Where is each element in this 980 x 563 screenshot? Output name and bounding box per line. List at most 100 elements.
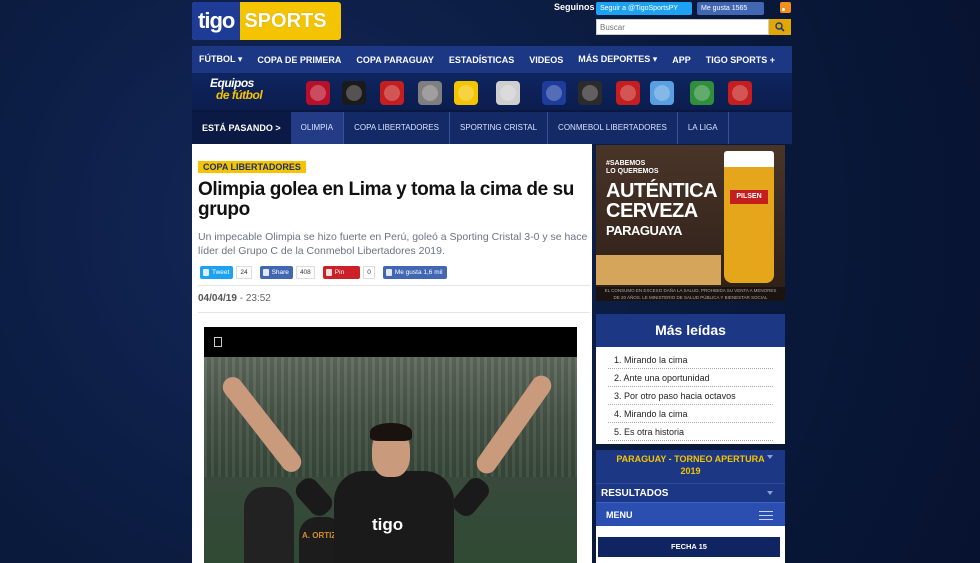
most-read-item[interactable]: 1. Mirando la cima [608,351,773,369]
trending-item-la-liga[interactable]: LA LIGA [678,112,729,144]
twitter-follow-button[interactable]: Seguir a @TigoSportsPY [596,2,692,15]
chevron-down-icon [767,491,773,495]
tweet-button[interactable]: Tweet [200,266,234,279]
player-name-print: A. ORTIZ [302,531,337,540]
tigo-sports-logo[interactable]: tigo SPORTS [192,2,341,40]
team-logo-icon[interactable] [380,81,404,105]
jersey-sponsor-text: tigo [372,515,404,534]
tweet-count: 24 [236,266,252,279]
player-hair [370,423,412,441]
trending-item-olimpia[interactable]: OLIMPIA [290,112,345,144]
team-logo-icon[interactable] [418,81,442,105]
teams-bar-title: Equipos de fútbol [210,77,263,102]
team-logo-icon[interactable] [306,81,330,105]
logo-tigo-text: tigo [192,2,241,40]
photo-header [204,327,577,357]
article-lead: Un impecable Olimpia se hizo fuerte en P… [198,231,588,257]
tournament-year: 2019 [680,466,701,476]
team-logo-icon[interactable] [616,81,640,105]
results-label: RESULTADOS [601,488,669,499]
facebook-like-button[interactable]: Me gusta 1565 [697,2,764,15]
article-photo[interactable]: A. ORTIZ tigo [204,327,577,563]
team-logo-icon[interactable] [454,81,478,105]
most-read-title: Más leídas [596,314,785,347]
team-logo-icon[interactable] [728,81,752,105]
pinterest-pin-button[interactable]: Pin [322,266,361,279]
search-input[interactable] [596,19,769,35]
teams-bar: Equipos de fútbol [192,73,792,112]
trending-bar: ESTÁ PASANDO > OLIMPIA COPA LIBERTADORES… [192,112,792,144]
nav-item-tigo-sports-plus[interactable]: TIGO SPORTS + [706,55,775,65]
search-button[interactable] [769,19,791,35]
nav-item-estadisticas[interactable]: ESTADÍSTICAS [449,55,514,65]
most-read-widget: Más leídas 1. Mirando la cima 2. Ante un… [596,314,785,444]
player-jersey: tigo [334,471,454,563]
gallery-icon[interactable] [214,337,222,347]
site-header: tigo SPORTS Seguinos Seguir a @TigoSport… [192,0,792,46]
search-icon [775,22,785,32]
celebrating-player: tigo [334,423,459,563]
tournament-widget: PARAGUAY - TORNEO APERTURA 2019 RESULTAD… [596,450,785,563]
pin-count: 0 [363,266,375,279]
most-read-list: 1. Mirando la cima 2. Ante una oportunid… [596,347,785,441]
matchday-button[interactable]: FECHA 15 [598,537,780,557]
share-count: 408 [295,266,315,279]
widget-body: FECHA 15 [596,526,785,563]
team-logo-icon[interactable] [650,81,674,105]
main-nav: FÚTBOL ▾ COPA DE PRIMERA COPA PARAGUAY E… [192,46,792,73]
trending-item-copa-libertadores[interactable]: COPA LIBERTADORES [344,112,450,144]
facebook-like-article-button[interactable]: Me gusta 1,6 mil [382,266,447,279]
chevron-down-icon [767,455,773,459]
ad-hashtag: #SABEMOS LO QUEREMOS [606,160,659,175]
facebook-share-button[interactable]: Share [259,266,293,279]
article-time: - 23:52 [236,293,271,304]
nav-item-copa-paraguay[interactable]: COPA PARAGUAY [356,55,434,65]
divider [198,312,590,313]
most-read-item[interactable]: 2. Ante una oportunidad [608,369,773,387]
page-wrapper: tigo SPORTS Seguinos Seguir a @TigoSport… [192,0,792,144]
share-buttons: Tweet 24 Share 408 Pin 0 Me gusta 1,6 mi… [200,266,447,279]
trending-item-sporting-cristal[interactable]: SPORTING CRISTAL [450,112,549,144]
article: COPA LIBERTADORES Olimpia golea en Lima … [192,144,592,563]
divider [198,285,590,286]
team-logo-icon[interactable] [542,81,566,105]
article-date-value: 04/04/19 [198,293,237,304]
ad-brand: PILSEN [730,190,768,204]
team-logo-icon[interactable] [342,81,366,105]
rss-icon[interactable] [780,2,791,13]
ad-food-image [596,255,721,285]
tournament-title: PARAGUAY - TORNEO APERTURA [616,454,765,464]
ad-line2: CERVEZA [606,200,698,222]
article-category-badge[interactable]: COPA LIBERTADORES [198,161,306,173]
seguinos-label: Seguinos [554,2,595,12]
most-read-item[interactable]: 5. Es otra historia [608,423,773,441]
teams-title-line2: de fútbol [216,88,263,102]
nav-item-app[interactable]: APP [672,55,691,65]
team-logo-icon[interactable] [690,81,714,105]
ad-disclaimer: EL CONSUMO EN EXCESO DAÑA LA SALUD. PROH… [596,287,785,301]
most-read-item[interactable]: 4. Mirando la cima [608,405,773,423]
ad-line1: AUTÉNTICA [606,180,718,202]
ad-line3: PARAGUAYA [606,223,682,238]
nav-item-videos[interactable]: VIDEOS [529,55,563,65]
nav-item-copa-de-primera[interactable]: COPA DE PRIMERA [257,55,341,65]
beer-advertisement[interactable]: #SABEMOS LO QUEREMOS AUTÉNTICA CERVEZA P… [596,145,785,301]
results-selector[interactable]: RESULTADOS [596,483,785,502]
logo-sports-text: SPORTS [244,9,327,32]
nav-item-mas-deportes[interactable]: MÁS DEPORTES ▾ [578,54,657,65]
nav-item-futbol[interactable]: FÚTBOL ▾ [199,54,242,65]
tournament-selector[interactable]: PARAGUAY - TORNEO APERTURA 2019 [596,450,785,483]
article-date: 04/04/19 - 23:52 [198,293,271,304]
trending-label: ESTÁ PASANDO > [192,112,291,144]
trending-item-conmebol-libertadores[interactable]: CONMEBOL LIBERTADORES [548,112,678,144]
team-logo-icon[interactable] [496,81,520,105]
widget-menu[interactable]: MENU [596,502,785,526]
ad-headline: AUTÉNTICA CERVEZA PARAGUAYA [606,180,718,241]
most-read-item[interactable]: 3. Por otro paso hacia octavos [608,387,773,405]
team-logo-icon[interactable] [578,81,602,105]
background-player [244,487,294,563]
article-title: Olimpia golea en Lima y toma la cima de … [198,179,574,220]
hamburger-icon [759,511,773,520]
beer-glass-image [724,151,774,283]
menu-label: MENU [606,510,633,520]
